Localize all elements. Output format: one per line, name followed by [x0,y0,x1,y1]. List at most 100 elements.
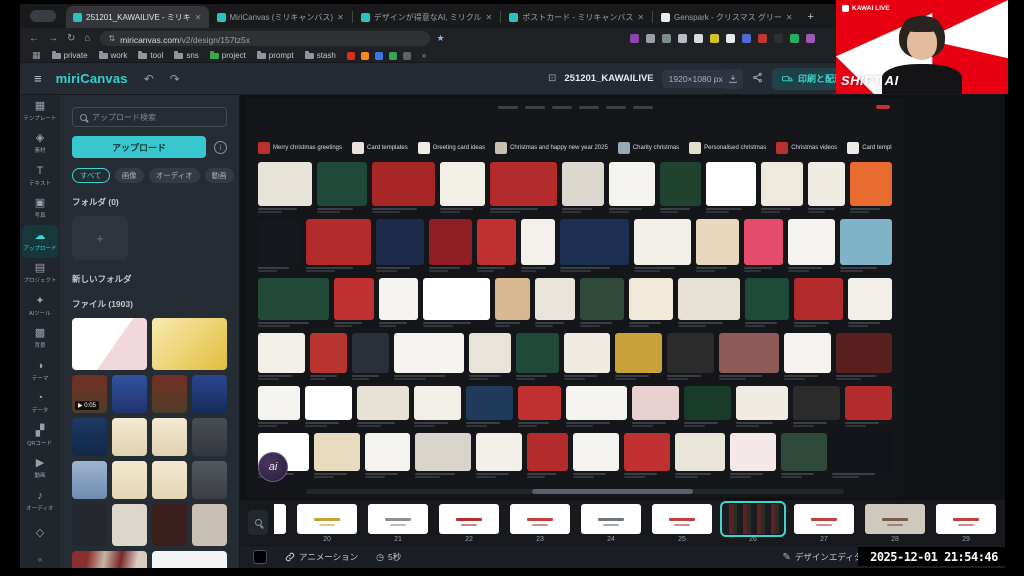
card-result[interactable] [781,433,827,478]
card-result[interactable] [440,162,486,213]
card-result[interactable] [660,162,702,213]
card-result[interactable] [696,219,739,272]
extension-icon[interactable] [630,34,639,43]
sidebar-item-elements[interactable]: ◈素材 [20,128,60,161]
card-result[interactable] [793,386,840,427]
bookmark-item[interactable]: stash [305,51,336,60]
site-info-icon[interactable]: ⇅ [108,34,115,43]
uploaded-file-tile[interactable] [152,318,227,370]
duration-button[interactable]: ◷ 5秒 [376,551,401,563]
card-result[interactable] [516,333,558,380]
card-result[interactable] [376,219,424,272]
page-thumbnail[interactable]: 23 [510,504,570,543]
card-result[interactable] [415,433,470,478]
forward-icon[interactable]: → [48,33,58,44]
redo-button[interactable]: ↷ [170,72,180,86]
card-result[interactable] [784,333,831,380]
page-thumbnail[interactable] [274,504,286,543]
horizontal-scrollbar[interactable] [306,489,844,494]
new-folder-tile[interactable]: + [72,216,128,260]
collapse-rail-button[interactable]: « [20,550,60,568]
card-result[interactable] [365,433,411,478]
extension-icon[interactable] [694,34,703,43]
card-result[interactable] [334,278,374,327]
card-result[interactable] [850,162,892,213]
tab-close-icon[interactable]: ✕ [786,13,793,22]
uploaded-file-tile[interactable] [72,318,147,370]
card-result[interactable] [615,333,662,380]
card-result[interactable] [352,333,389,380]
card-result[interactable] [521,219,556,272]
card-result[interactable] [678,278,740,327]
ai-assistant-button[interactable]: ai [258,452,288,482]
card-result[interactable] [845,386,892,427]
card-result[interactable] [394,333,464,380]
uploaded-file-tile[interactable] [192,375,227,413]
bookmark-favicon-icon[interactable] [361,52,369,60]
page-zoom-button[interactable] [248,510,268,535]
page-thumbnail[interactable]: 28 [865,504,925,543]
card-result[interactable] [634,219,690,272]
move-to-folder-icon[interactable]: ⊡ [548,73,556,84]
card-result[interactable] [840,219,892,272]
extension-icon[interactable] [742,34,751,43]
card-result[interactable] [357,386,409,427]
page-color-swatch[interactable] [253,550,267,564]
bookmark-item[interactable]: tool [138,51,163,60]
bookmark-star-icon[interactable]: ★ [436,33,444,44]
uploaded-file-tile[interactable] [72,504,107,546]
uploaded-file-tile[interactable] [152,418,187,456]
card-result[interactable] [535,278,575,327]
card-result[interactable] [719,333,780,380]
card-result[interactable] [706,162,756,213]
card-result[interactable] [667,333,714,380]
browser-tab[interactable]: MiriCanvas (ミリキャンバス)✕ [210,6,351,28]
card-result[interactable] [476,433,522,478]
extension-icon[interactable] [806,34,815,43]
card-result[interactable] [258,278,329,327]
card-result[interactable] [629,278,673,327]
extension-icon[interactable] [710,34,719,43]
extension-icon[interactable] [774,34,783,43]
card-result[interactable] [675,433,726,478]
card-result[interactable] [314,433,360,478]
card-result[interactable] [310,333,347,380]
sidebar-item-photos[interactable]: ▣写真 [20,193,60,226]
card-result[interactable] [836,333,892,380]
uploaded-file-tile[interactable] [112,461,147,499]
animation-button[interactable]: アニメーション [285,551,358,563]
bookmark-item[interactable]: sns [174,51,198,60]
sidebar-item-text[interactable]: Tテキスト [20,160,60,193]
address-bar[interactable]: ⇅ miricanvas.com/v2/design/157tz5x [100,31,430,46]
uploaded-file-tile[interactable] [72,551,147,568]
sidebar-item-templates[interactable]: ▦テンプレート [20,95,60,128]
card-result[interactable] [560,219,629,272]
tab-close-icon[interactable]: ✕ [486,13,493,22]
browser-tab[interactable]: ポストカード - ミリキャンバス✕ [502,6,651,28]
uploaded-file-tile[interactable] [112,375,147,413]
sidebar-item-background[interactable]: ▩背景 [20,323,60,356]
card-result[interactable] [684,386,731,427]
bookmark-item[interactable]: prompt [257,51,294,60]
card-result[interactable] [562,162,604,213]
card-result[interactable] [490,162,557,213]
card-result[interactable] [258,162,312,213]
share-button[interactable] [752,70,763,88]
result-filter-chip[interactable]: Merry christmas greetings [258,142,342,154]
design-title[interactable]: 251201_KAWAILIVE [564,73,653,84]
bookmark-favicon-icon[interactable] [403,52,411,60]
result-filter-chip[interactable]: Greeting card ideas [418,142,485,154]
card-result[interactable] [317,162,367,213]
uploaded-file-tile[interactable]: ▶ 0:05 [72,375,107,413]
filter-chip[interactable]: 画像 [115,168,144,183]
tab-close-icon[interactable]: ✕ [637,13,644,22]
bookmarks-overflow-icon[interactable]: » [422,51,426,60]
sidebar-item-data[interactable]: ◔データ [20,388,60,421]
extension-icon[interactable] [726,34,735,43]
card-result[interactable] [744,219,783,272]
upload-button[interactable]: アップロード [72,136,206,158]
card-result[interactable] [258,386,300,427]
card-result[interactable] [580,278,624,327]
page-thumbnail[interactable]: 22 [439,504,499,543]
card-result[interactable] [848,278,892,327]
